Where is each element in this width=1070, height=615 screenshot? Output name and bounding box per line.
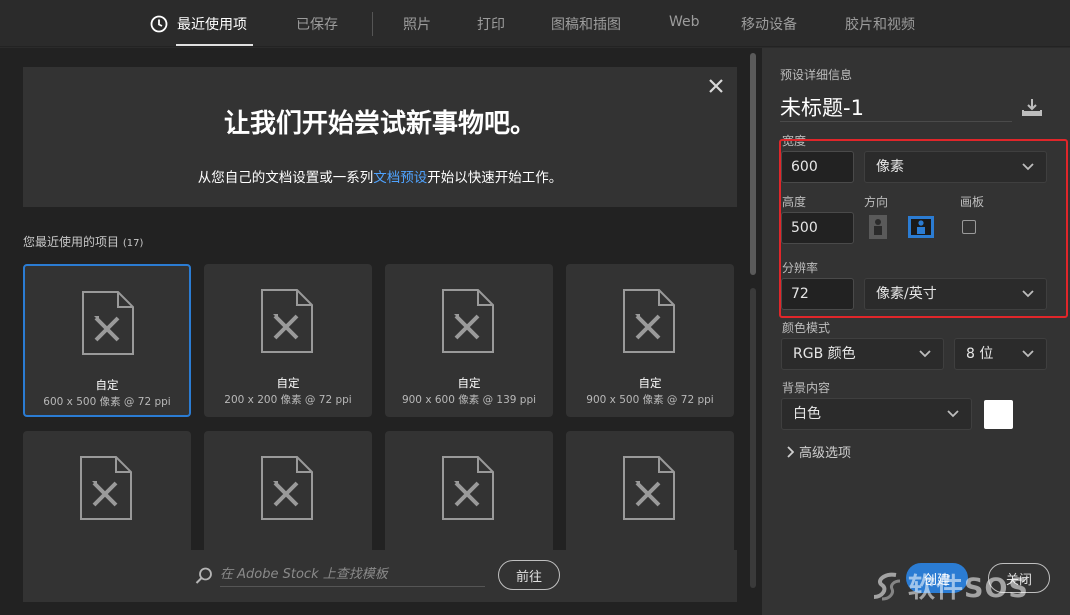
document-icon [623,289,675,353]
recent-item-name: 自定 [638,376,662,390]
color-mode-select[interactable]: RGB 颜色 [781,338,944,370]
close-button[interactable]: 关闭 [988,563,1050,593]
tab-film-video[interactable]: 胶片和视频 [845,14,915,34]
advanced-options-toggle[interactable]: 高级选项 [799,442,851,461]
chevron-down-icon [1022,350,1034,358]
scrollbar-track[interactable] [750,288,756,588]
active-tab-underline [176,44,253,46]
tab-web[interactable]: Web [669,14,700,30]
bit-depth-value: 8 位 [966,346,994,362]
recent-item-card[interactable]: 自定 900 x 500 像素 @ 72 ppi [566,264,734,417]
save-preset-icon[interactable] [1020,96,1044,118]
recent-item-card[interactable]: 自定 600 x 500 像素 @ 72 ppi [23,264,191,417]
recent-item-card[interactable]: 自定 900 x 600 像素 @ 139 ppi [385,264,553,417]
resolution-unit-select[interactable]: 像素/英寸 [864,278,1047,310]
tab-saved[interactable]: 已保存 [296,14,338,34]
welcome-title: 让我们开始尝试新事物吧。 [223,109,536,139]
subtitle-text-before: 从您自己的文档设置或一系列 [197,170,374,186]
adobe-stock-search-bar: 前往 [23,550,737,602]
height-field[interactable]: 500 [781,212,854,244]
scrollbar-thumb[interactable] [750,53,756,275]
tab-mobile[interactable]: 移动设备 [741,14,797,34]
width-unit-value: 像素 [876,159,904,175]
bit-depth-select[interactable]: 8 位 [954,338,1047,370]
chevron-down-icon [919,350,931,358]
chevron-down-icon [1022,290,1034,298]
recent-item-size: 600 x 500 像素 @ 72 ppi [43,396,171,408]
recent-item-name: 自定 [95,378,119,392]
nav-divider [372,12,373,36]
search-icon [195,567,212,584]
orientation-label: 方向 [864,195,889,209]
go-button[interactable]: 前往 [498,560,560,590]
create-button[interactable]: 创建 [906,563,968,593]
recent-item-size: 200 x 200 像素 @ 72 ppi [224,394,352,406]
height-label: 高度 [782,195,807,209]
document-icon [82,291,134,355]
preset-details-panel: 预设详细信息 未标题-1 宽度 600 像素 高度 方向 画板 500 分辨率 … [762,48,1070,615]
resolution-field[interactable]: 72 [781,278,854,310]
width-unit-select[interactable]: 像素 [864,151,1047,183]
color-mode-label: 颜色模式 [782,321,831,335]
document-icon [80,456,132,520]
artboard-checkbox[interactable] [962,220,976,234]
welcome-banner: 让我们开始尝试新事物吧。 从您自己的文档设置或一系列文档预设开始以快速开始工作。 [23,67,737,207]
recent-items-label: 您最近使用的项目 (17) [23,235,144,249]
clock-icon [150,15,168,33]
width-field[interactable]: 600 [781,151,854,183]
close-icon[interactable] [707,77,725,95]
resolution-label: 分辨率 [782,261,819,275]
background-color-swatch[interactable] [984,400,1013,429]
stock-search-input[interactable] [220,563,485,587]
background-value: 白色 [793,406,821,422]
resolution-unit-value: 像素/英寸 [876,286,937,302]
portrait-orientation-icon[interactable] [865,214,891,240]
landscape-orientation-icon[interactable] [907,214,935,240]
document-icon [623,456,675,520]
tab-recent[interactable]: 最近使用项 [177,14,247,34]
recent-item-size: 900 x 600 像素 @ 139 ppi [401,394,537,406]
title-underline [780,121,1012,122]
background-select[interactable]: 白色 [781,398,972,430]
chevron-down-icon [1022,163,1034,171]
tab-print[interactable]: 打印 [477,14,505,34]
recent-item-size: 900 x 500 像素 @ 72 ppi [586,394,714,406]
chevron-down-icon [947,410,959,418]
recent-item-name: 自定 [457,376,481,390]
top-nav: 最近使用项 已保存 照片 打印 图稿和插图 Web 移动设备 胶片和视频 [0,0,1070,47]
document-icon [442,456,494,520]
recent-item-card[interactable]: 自定 200 x 200 像素 @ 72 ppi [204,264,372,417]
color-mode-value: RGB 颜色 [793,346,856,362]
tab-art-illustration[interactable]: 图稿和插图 [551,14,621,34]
document-presets-link[interactable]: 文档预设 [373,170,427,186]
welcome-subtitle: 从您自己的文档设置或一系列文档预设开始以快速开始工作。 [23,166,737,186]
document-title[interactable]: 未标题-1 [780,92,864,122]
recent-count: (17) [122,238,144,249]
width-label: 宽度 [782,134,807,148]
tab-photo[interactable]: 照片 [403,14,431,34]
document-icon [442,289,494,353]
document-icon [261,289,313,353]
document-icon [261,456,313,520]
chevron-right-icon[interactable] [786,446,794,458]
background-label: 背景内容 [782,381,831,395]
artboard-label: 画板 [960,195,985,209]
preset-details-label: 预设详细信息 [780,68,853,82]
subtitle-text-after: 开始以快速开始工作。 [427,170,563,186]
recent-item-name: 自定 [276,376,300,390]
main-area: 让我们开始尝试新事物吧。 从您自己的文档设置或一系列文档预设开始以快速开始工作。… [0,48,762,615]
